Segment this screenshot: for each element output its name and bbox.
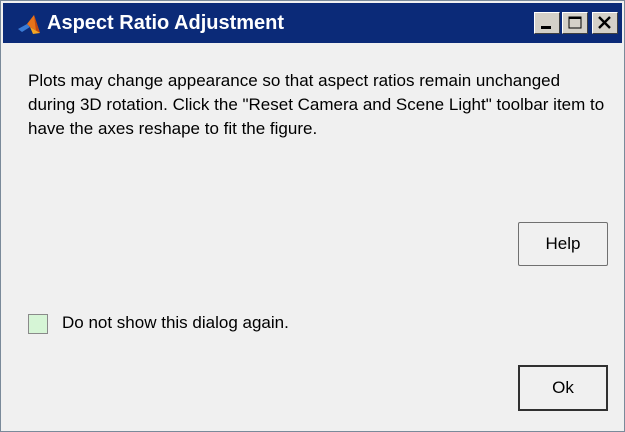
close-icon (598, 16, 611, 29)
ok-button[interactable]: Ok (518, 365, 608, 411)
dont-show-again-checkbox[interactable] (28, 314, 48, 334)
dont-show-again-label[interactable]: Do not show this dialog again. (62, 313, 289, 333)
close-button[interactable] (592, 12, 618, 34)
maximize-icon (568, 16, 582, 29)
minimize-button[interactable] (534, 12, 560, 34)
help-button[interactable]: Help (518, 222, 608, 266)
maximize-button[interactable] (562, 12, 588, 34)
window-title: Aspect Ratio Adjustment (47, 12, 285, 34)
dialog-message: Plots may change appearance so that aspe… (28, 71, 605, 138)
matlab-logo-icon (18, 15, 40, 34)
dialog-window: Aspect Ratio Adjustment Plots may change… (0, 0, 625, 432)
title-bar[interactable]: Aspect Ratio Adjustment (3, 3, 622, 43)
minimize-icon (541, 26, 551, 29)
